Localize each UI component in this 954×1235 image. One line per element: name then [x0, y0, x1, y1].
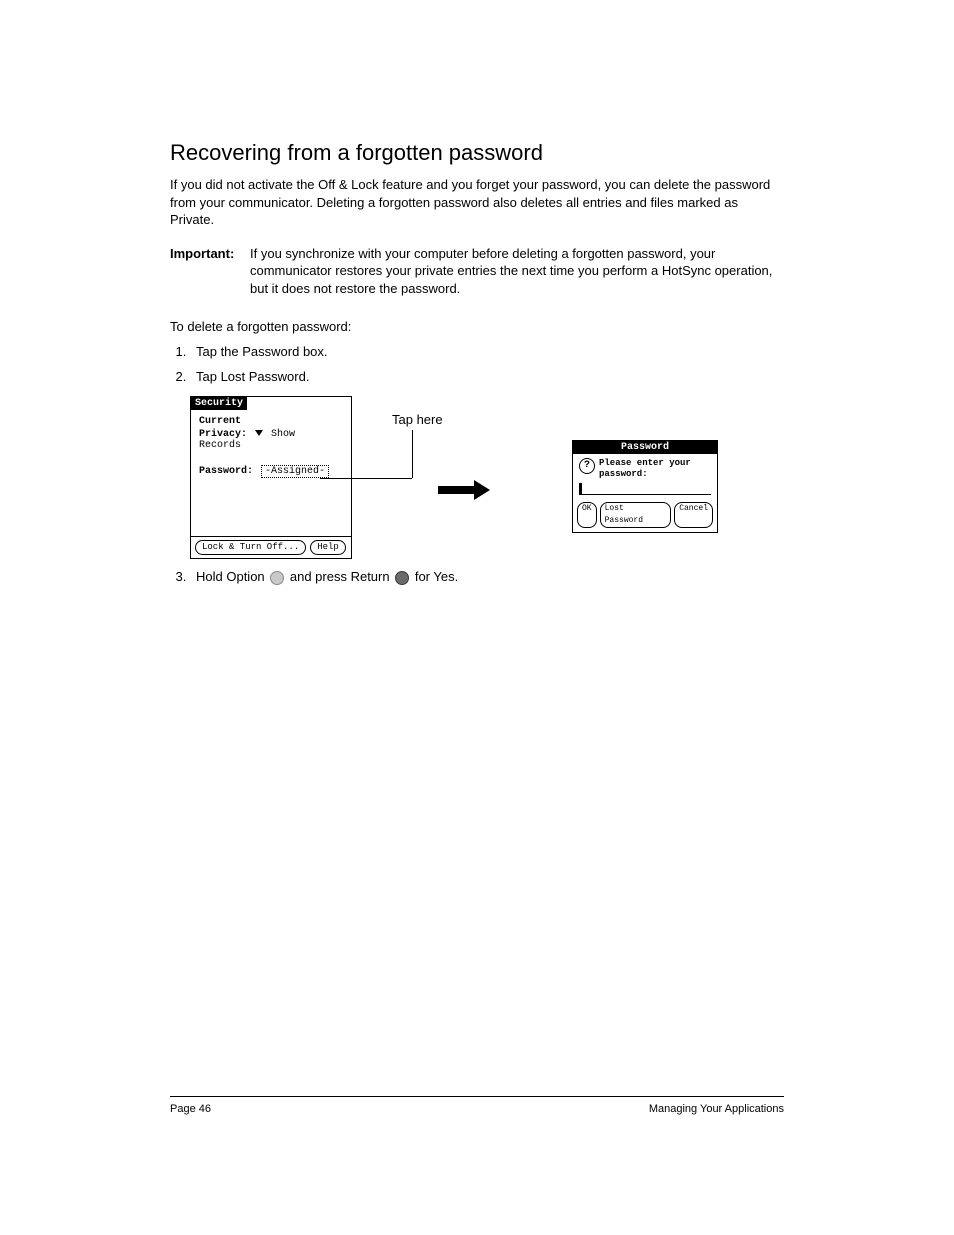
password-prompt: Please enter your password:	[599, 458, 711, 480]
return-key-icon	[395, 571, 409, 585]
password-box[interactable]: -Assigned-	[261, 465, 329, 478]
step-3: Hold Option and press Return for Yes.	[190, 569, 784, 586]
step-1: Tap the Password box.	[190, 344, 784, 361]
chapter-name: Managing Your Applications	[649, 1103, 784, 1115]
security-title: Security	[191, 397, 247, 410]
dropdown-icon[interactable]	[255, 430, 263, 436]
password-input[interactable]	[579, 484, 711, 495]
ok-button[interactable]: OK	[577, 502, 597, 528]
page-number: Page 46	[170, 1103, 211, 1115]
step3-mid: and press Return	[286, 569, 393, 584]
password-dialog: Password ? Please enter your password: O…	[572, 440, 718, 533]
page-footer: Page 46 Managing Your Applications	[170, 1096, 784, 1115]
callout-pointer	[320, 478, 412, 479]
arrow-icon	[438, 480, 490, 500]
question-icon: ?	[579, 458, 595, 474]
option-key-icon	[270, 571, 284, 585]
step-2: Tap Lost Password.	[190, 369, 784, 386]
callout-label: Tap here	[392, 412, 443, 427]
section-heading: Recovering from a forgotten password	[170, 140, 784, 166]
procedure-heading: To delete a forgotten password:	[170, 319, 784, 334]
callout-line	[412, 430, 413, 478]
password-dialog-title: Password	[573, 441, 717, 454]
password-label: Password:	[199, 466, 253, 477]
intro-paragraph: If you did not activate the Off & Lock f…	[170, 176, 784, 229]
important-text: If you synchronize with your computer be…	[250, 245, 784, 298]
figure: Security Current Privacy: Show Records P…	[190, 396, 784, 559]
step3-pre: Hold Option	[196, 569, 268, 584]
step3-post: for Yes.	[411, 569, 458, 584]
cancel-button[interactable]: Cancel	[674, 502, 713, 528]
lost-password-button[interactable]: Lost Password	[600, 502, 672, 528]
help-button[interactable]: Help	[310, 540, 346, 555]
current-label: Current	[199, 416, 241, 427]
important-note: Important: If you synchronize with your …	[170, 245, 784, 298]
privacy-label: Privacy:	[199, 429, 247, 440]
lock-turn-off-button[interactable]: Lock & Turn Off...	[195, 540, 306, 555]
important-label: Important:	[170, 245, 250, 298]
